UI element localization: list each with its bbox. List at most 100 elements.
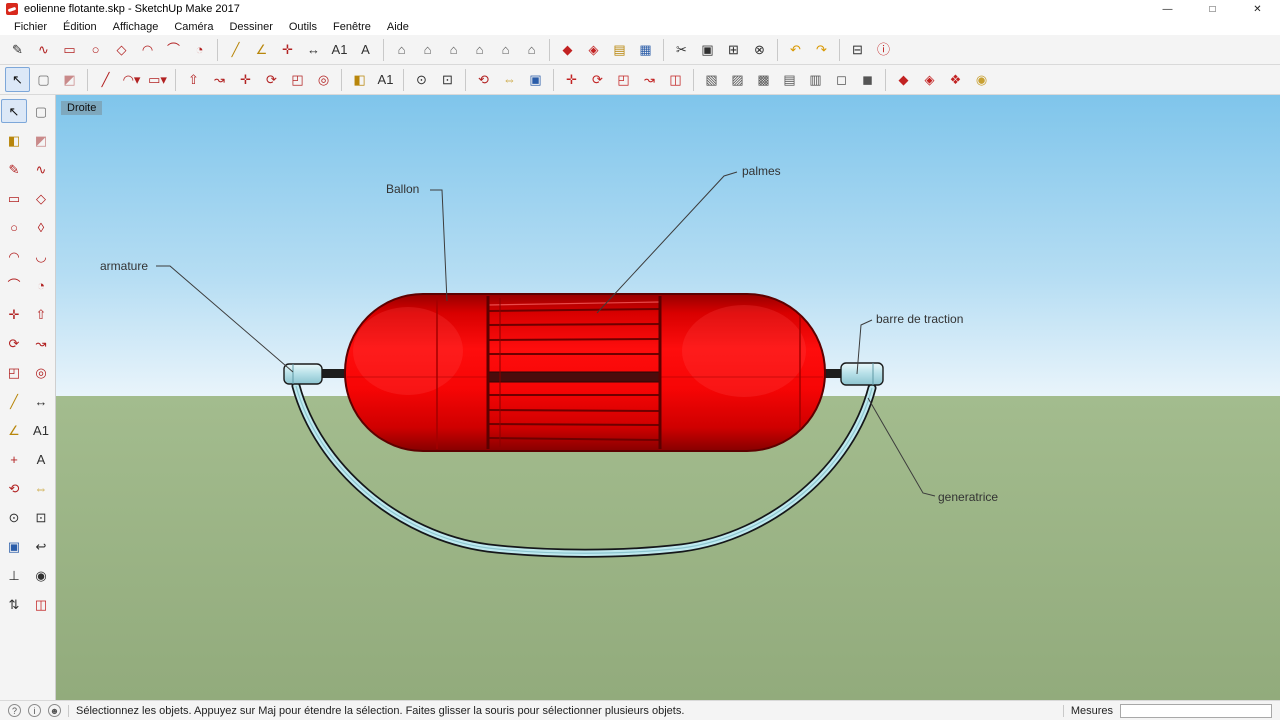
section-cut-toggle-button[interactable]: ▨ — [725, 67, 750, 92]
polygon-tool-button[interactable]: ◇ — [109, 37, 134, 62]
text-tool-button[interactable]: A1 — [327, 37, 352, 62]
minimize-button[interactable]: — — [1145, 0, 1190, 18]
open-file-button[interactable]: ▤ — [607, 37, 632, 62]
offset-tool-button[interactable]: ◎ — [28, 360, 54, 384]
menu-fichier[interactable]: Fichier — [6, 21, 55, 33]
shape-tools-button[interactable]: ▭▾ — [145, 67, 170, 92]
right-view-button[interactable]: ⌂ — [467, 37, 492, 62]
generator-cylinder-left[interactable] — [283, 363, 323, 385]
extension-warehouse-button[interactable]: ❖ — [943, 67, 968, 92]
back-edges-toggle-button[interactable]: ▤ — [777, 67, 802, 92]
redo-button[interactable]: ↷ — [809, 37, 834, 62]
annotation-palmes[interactable]: palmes — [742, 164, 781, 178]
3d-viewport[interactable]: Droite Ballon palmes armature barre de t… — [56, 95, 1280, 700]
warehouse-download-button[interactable]: ◆ — [891, 67, 916, 92]
menu-camera[interactable]: Caméra — [166, 21, 221, 33]
warehouse-share-button[interactable]: ◈ — [917, 67, 942, 92]
zoom-tool-button[interactable]: ⊙ — [409, 67, 434, 92]
paint-bucket-tool-button[interactable]: ◧ — [1, 128, 27, 152]
section-plane-tool-button[interactable]: ◫ — [28, 592, 54, 616]
left-view-button[interactable]: ⌂ — [519, 37, 544, 62]
move-tool-button[interactable]: ✛ — [233, 67, 258, 92]
menu-edition[interactable]: Édition — [55, 21, 105, 33]
annotation-generatrice[interactable]: generatrice — [938, 490, 998, 504]
tape-measure-tool-button[interactable]: ╱ — [1, 389, 27, 413]
follow-me-tool-button[interactable]: ↝ — [207, 67, 232, 92]
freehand-tool-button[interactable]: ∿ — [28, 157, 54, 181]
menu-dessiner[interactable]: Dessiner — [221, 21, 280, 33]
model-scene[interactable] — [56, 95, 1280, 700]
offset-tool-button[interactable]: ◎ — [311, 67, 336, 92]
make-component-button[interactable]: ▢ — [28, 99, 54, 123]
previous-view-button[interactable]: ↩ — [28, 534, 54, 558]
polygon-tool-button[interactable]: ◊ — [28, 215, 54, 239]
push-pull-tool-button[interactable]: ⇧ — [181, 67, 206, 92]
scale-copy-tool-button[interactable]: ◰ — [611, 67, 636, 92]
section-fill-toggle-button[interactable]: ▩ — [751, 67, 776, 92]
pie-tool-button[interactable]: ◔ — [28, 273, 54, 297]
two-point-arc-tool-button[interactable]: ◡ — [28, 244, 54, 268]
erase-button[interactable]: ⊗ — [747, 37, 772, 62]
arc-tool-button[interactable]: ◠ — [135, 37, 160, 62]
axes-tool-button[interactable]: + — [1, 447, 27, 471]
protractor-tool-button[interactable]: ∠ — [249, 37, 274, 62]
scale-tool-button[interactable]: ◰ — [1, 360, 27, 384]
zoom-window-tool-button[interactable]: ⊡ — [435, 67, 460, 92]
scale-tool-button[interactable]: ◰ — [285, 67, 310, 92]
zoom-extents-tool-button[interactable]: ▣ — [523, 67, 548, 92]
3d-warehouse-button[interactable]: ◆ — [555, 37, 580, 62]
follow-me-tool-button[interactable]: ↝ — [28, 331, 54, 355]
circle-tool-button[interactable]: ○ — [83, 37, 108, 62]
maximize-button[interactable]: □ — [1190, 0, 1235, 18]
move-tool-button[interactable]: ✛ — [1, 302, 27, 326]
zoom-extents-tool-button[interactable]: ▣ — [1, 534, 27, 558]
user-icon[interactable]: ☻ — [48, 704, 61, 717]
front-view-button[interactable]: ⌂ — [441, 37, 466, 62]
rotate-tool-button[interactable]: ⟳ — [259, 67, 284, 92]
protractor-tool-button[interactable]: ∠ — [1, 418, 27, 442]
menu-fenetre[interactable]: Fenêtre — [325, 21, 379, 33]
3d-text-tool-button[interactable]: A — [28, 447, 54, 471]
rectangle-tool-button[interactable]: ▭ — [57, 37, 82, 62]
iso-view-button[interactable]: ⌂ — [389, 37, 414, 62]
pie-tool-button[interactable]: ◔ — [187, 37, 212, 62]
xray-toggle-button[interactable]: ▥ — [803, 67, 828, 92]
help-icon[interactable]: ? — [8, 704, 21, 717]
undo-button[interactable]: ↶ — [783, 37, 808, 62]
tape-measure-tool-button[interactable]: ╱ — [223, 37, 248, 62]
dimension-tool-button[interactable]: ↔ — [301, 37, 326, 62]
pan-tool-button[interactable]: ⇔ — [497, 67, 522, 92]
cut-button[interactable]: ✂ — [669, 37, 694, 62]
follow-path-tool-button[interactable]: ↝ — [637, 67, 662, 92]
menu-affichage[interactable]: Affichage — [105, 21, 167, 33]
top-view-button[interactable]: ⌂ — [415, 37, 440, 62]
pan-tool-button[interactable]: ⇔ — [28, 476, 54, 500]
orbit-tool-button[interactable]: ⟲ — [471, 67, 496, 92]
annotation-barre-de-traction[interactable]: barre de traction — [876, 312, 963, 326]
push-pull-tool-button[interactable]: ⇧ — [28, 302, 54, 326]
arc-tool-button[interactable]: ◠ — [1, 244, 27, 268]
walk-tool-button[interactable]: ⇅ — [1, 592, 27, 616]
menu-aide[interactable]: Aide — [379, 21, 417, 33]
wireframe-toggle-button[interactable]: ◻ — [829, 67, 854, 92]
print-button[interactable]: ⊟ — [845, 37, 870, 62]
3d-text-tool-button[interactable]: A — [353, 37, 378, 62]
section-plane-tool-button[interactable]: ◫ — [663, 67, 688, 92]
info-icon[interactable]: i — [28, 704, 41, 717]
rotate-copy-tool-button[interactable]: ⟳ — [585, 67, 610, 92]
paint-bucket-tool-button[interactable]: ◧ — [347, 67, 372, 92]
position-camera-tool-button[interactable]: ⊥ — [1, 563, 27, 587]
move-copy-tool-button[interactable]: ✛ — [559, 67, 584, 92]
eraser-tool-button[interactable]: ◩ — [28, 128, 54, 152]
annotation-armature[interactable]: armature — [100, 259, 148, 273]
section-display-toggle-button[interactable]: ▧ — [699, 67, 724, 92]
menu-outils[interactable]: Outils — [281, 21, 325, 33]
axes-tool-button[interactable]: ✛ — [275, 37, 300, 62]
look-around-tool-button[interactable]: ◉ — [28, 563, 54, 587]
text-tool-button[interactable]: A1 — [28, 418, 54, 442]
three-point-arc-tool-button[interactable]: ⌒ — [1, 273, 27, 297]
save-file-button[interactable]: ▦ — [633, 37, 658, 62]
rectangle-tool-button[interactable]: ▭ — [1, 186, 27, 210]
share-model-button[interactable]: ◈ — [581, 37, 606, 62]
close-button[interactable]: ✕ — [1235, 0, 1280, 18]
